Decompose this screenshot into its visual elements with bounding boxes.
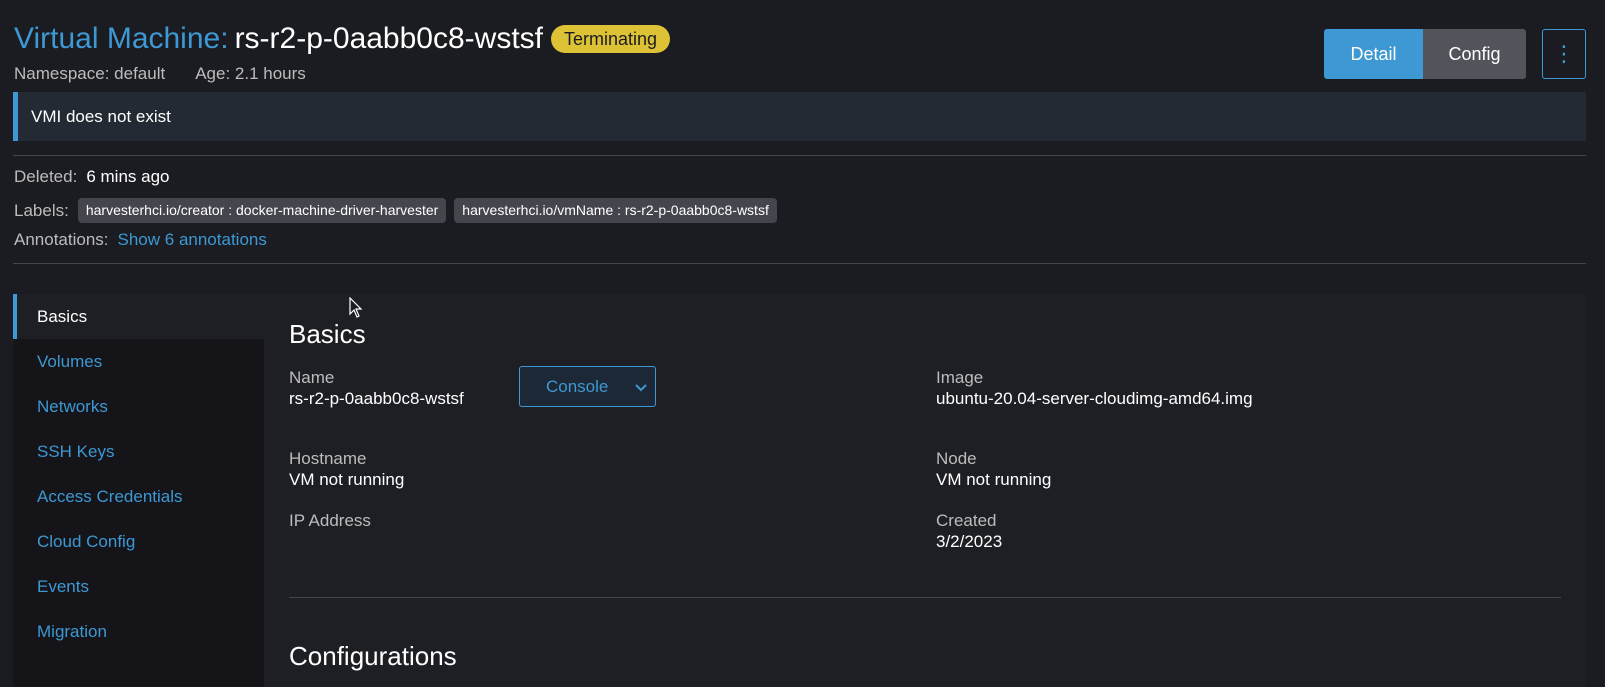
show-annotations-link[interactable]: Show 6 annotations (118, 230, 267, 250)
sidebar-item-cloud-config[interactable]: Cloud Config (13, 519, 264, 564)
image-label: Image (936, 368, 984, 387)
divider (13, 263, 1586, 264)
more-vertical-icon: ⋮ (1553, 41, 1575, 66)
sidebar-item-volumes[interactable]: Volumes (13, 339, 264, 384)
name-value: rs-r2-p-0aabb0c8-wstsf (289, 389, 464, 408)
namespace-text: Namespace: default (14, 64, 166, 83)
sidebar-item-networks[interactable]: Networks (13, 384, 264, 429)
label-tag: harvesterhci.io/vmName : rs-r2-p-0aabb0c… (454, 198, 777, 223)
name-label: Name (289, 368, 335, 387)
deleted-value: 6 mins ago (86, 167, 170, 186)
image-value: ubuntu-20.04-server-cloudimg-amd64.img (936, 389, 1253, 408)
configurations-title: Configurations (289, 641, 457, 671)
node-value: VM not running (936, 470, 1052, 489)
age-text: Age: 2.1 hours (195, 64, 306, 83)
created-value: 3/2/2023 (936, 532, 1003, 551)
banner-text: VMI does not exist (31, 106, 171, 126)
console-button[interactable]: Console (519, 366, 656, 407)
page-header: Virtual Machine: rs-r2-p-0aabb0c8-wstsf … (14, 20, 671, 84)
config-button[interactable]: Config (1423, 29, 1526, 79)
annotations-label: Annotations: (14, 230, 109, 249)
console-label: Console (546, 376, 609, 396)
title-row: Virtual Machine: rs-r2-p-0aabb0c8-wstsf … (14, 20, 671, 58)
label-tag: harvesterhci.io/creator : docker-machine… (77, 198, 447, 223)
section-divider (289, 597, 1561, 598)
labels-label: Labels: (14, 200, 69, 220)
ip-address-label: IP Address (289, 511, 371, 530)
sidebar-item-access-credentials[interactable]: Access Credentials (13, 474, 264, 519)
deleted-row: Deleted: 6 mins ago (14, 167, 170, 187)
sidebar-item-basics[interactable]: Basics (13, 294, 264, 339)
subtitle: Namespace: default Age: 2.1 hours (14, 64, 670, 84)
node-label: Node (936, 449, 977, 468)
created-label: Created (936, 511, 997, 530)
sidebar-item-migration[interactable]: Migration (13, 609, 264, 654)
mouse-cursor-icon (349, 296, 363, 324)
deleted-label: Deleted: (14, 167, 78, 186)
labels-row: Labels: harvesterhci.io/creator : docker… (14, 198, 785, 223)
chevron-down-icon[interactable] (627, 379, 655, 395)
sidebar-item-events[interactable]: Events (13, 564, 264, 609)
annotations-row: Annotations: Show 6 annotations (14, 230, 267, 250)
info-banner: VMI does not exist (13, 92, 1586, 141)
hostname-label: Hostname (289, 449, 367, 468)
divider (13, 155, 1586, 156)
hostname-value: VM not running (289, 470, 405, 489)
status-badge: Terminating (551, 25, 671, 53)
detail-button[interactable]: Detail (1324, 29, 1423, 79)
side-nav: Basics Volumes Networks SSH Keys Access … (13, 294, 264, 687)
more-actions-button[interactable]: ⋮ (1542, 29, 1586, 79)
vm-name-title: rs-r2-p-0aabb0c8-wstsf (234, 22, 543, 55)
view-toggle-group: Detail Config (1324, 29, 1526, 79)
resource-type-label: Virtual Machine: (14, 22, 229, 55)
sidebar-item-ssh-keys[interactable]: SSH Keys (13, 429, 264, 474)
